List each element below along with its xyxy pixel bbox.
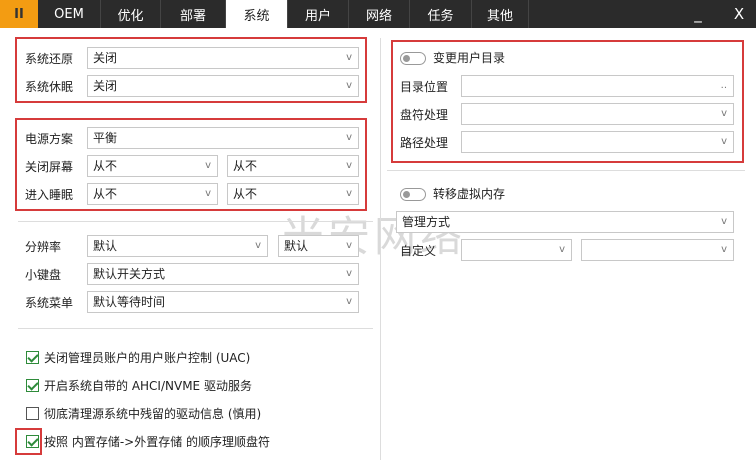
chevron-down-icon: v xyxy=(346,240,352,251)
keypad-label: 小键盘 xyxy=(25,268,62,282)
highlight-box xyxy=(15,118,367,211)
vmem-custom-select-2[interactable]: v xyxy=(581,239,734,261)
system-menu-select[interactable]: 默认等待时间 v xyxy=(87,291,359,313)
divider xyxy=(387,170,745,171)
drive-order-label: 按照 内置存储->外置存储 的顺序理顺盘符 xyxy=(44,435,271,449)
tab-oem[interactable]: OEM xyxy=(38,0,101,28)
tab-optimize[interactable]: 优化 xyxy=(101,0,161,28)
uac-checkbox[interactable] xyxy=(26,351,39,364)
uac-label: 关闭管理员账户的用户账户控制 (UAC) xyxy=(44,351,251,365)
divider xyxy=(18,221,373,222)
tab-logo[interactable]: II xyxy=(0,0,38,28)
tab-user[interactable]: 用户 xyxy=(288,0,349,28)
vmem-custom-select-1[interactable]: v xyxy=(461,239,572,261)
chevron-down-icon: v xyxy=(721,244,727,255)
vmem-toggle-label: 转移虚拟内存 xyxy=(433,187,506,201)
chevron-down-icon: v xyxy=(255,240,261,251)
chevron-down-icon: v xyxy=(559,244,565,255)
vmem-custom-label: 自定义 xyxy=(400,244,437,258)
tab-network[interactable]: 网络 xyxy=(349,0,410,28)
keypad-select[interactable]: 默认开关方式 v xyxy=(87,263,359,285)
divider xyxy=(18,328,373,329)
column-divider xyxy=(380,38,381,460)
ahci-label: 开启系统自带的 AHCI/NVME 驱动服务 xyxy=(44,379,252,393)
tab-system[interactable]: 系统 xyxy=(226,0,288,28)
chevron-down-icon: v xyxy=(721,216,727,227)
clean-drivers-checkbox[interactable] xyxy=(26,407,39,420)
ahci-checkbox[interactable] xyxy=(26,379,39,392)
highlight-box xyxy=(15,428,42,455)
tab-deploy[interactable]: 部署 xyxy=(161,0,226,28)
minimize-button[interactable]: _ xyxy=(683,0,713,28)
highlight-box xyxy=(391,40,744,163)
close-button[interactable]: X xyxy=(724,0,754,28)
tab-task[interactable]: 任务 xyxy=(410,0,472,28)
highlight-box xyxy=(15,37,367,103)
clean-drivers-label: 彻底清理源系统中残留的驱动信息 (慎用) xyxy=(44,407,262,421)
resolution-select[interactable]: 默认 v xyxy=(87,235,268,257)
chevron-down-icon: v xyxy=(346,268,352,279)
system-menu-label: 系统菜单 xyxy=(25,296,74,310)
tab-other[interactable]: 其他 xyxy=(472,0,529,28)
chevron-down-icon: v xyxy=(346,296,352,307)
resolution-label: 分辨率 xyxy=(25,240,62,254)
tab-bar: II OEM 优化 部署 系统 用户 网络 任务 其他 _ X xyxy=(0,0,756,28)
vmem-mode-select[interactable]: 管理方式 v xyxy=(396,211,734,233)
refresh-rate-select[interactable]: 默认 v xyxy=(278,235,359,257)
vmem-toggle[interactable] xyxy=(400,188,426,201)
